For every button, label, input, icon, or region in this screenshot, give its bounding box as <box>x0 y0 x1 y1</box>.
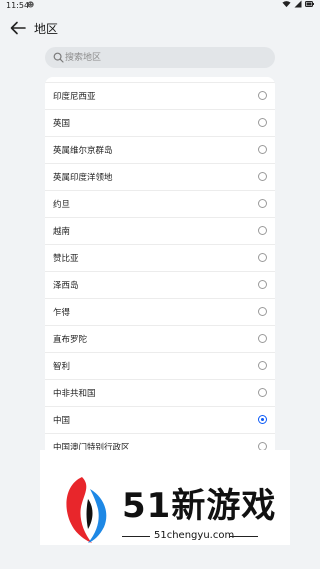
region-row[interactable]: 约旦 <box>45 191 275 218</box>
battery-icon <box>305 1 314 7</box>
status-icons <box>282 0 314 8</box>
signal-icon <box>294 0 302 8</box>
region-row[interactable]: 越南 <box>45 218 275 245</box>
watermark-rule-right <box>230 536 258 537</box>
radio-unselected[interactable] <box>258 118 267 127</box>
radio-unselected[interactable] <box>258 361 267 370</box>
watermark: 51新游戏 51chengyu.com <box>40 450 290 545</box>
radio-unselected[interactable] <box>258 145 267 154</box>
region-row[interactable]: 英属印度洋领地 <box>45 164 275 191</box>
radio-unselected[interactable] <box>258 91 267 100</box>
search-icon <box>53 52 64 63</box>
radio-selected[interactable] <box>258 415 267 424</box>
region-label: 印度尼西亚 <box>53 92 96 102</box>
region-label: 约旦 <box>53 200 71 210</box>
radio-unselected[interactable] <box>258 226 267 235</box>
region-label: 乍得 <box>53 308 71 318</box>
watermark-subtitle: 51chengyu.com <box>154 530 235 541</box>
region-row[interactable]: 中非共和国 <box>45 380 275 407</box>
region-list: 印度尼西亚英国英属维尔京群岛 英属印度洋领地 约旦越南赞比亚泽西岛乍得直布罗陀智利中… <box>45 77 275 477</box>
watermark-rule-left <box>122 536 150 537</box>
region-label: 泽西岛 <box>53 281 79 291</box>
region-label: 越南 <box>53 227 71 237</box>
region-label: 英属印度洋领地 <box>53 173 113 183</box>
watermark-logo <box>66 477 107 543</box>
status-bar: 11:54 ☻ <box>0 0 320 12</box>
radio-unselected[interactable] <box>258 307 267 316</box>
page-title: 地区 <box>34 22 59 36</box>
region-label: 智利 <box>53 362 71 372</box>
app-bar: 地区 <box>0 14 320 42</box>
radio-unselected[interactable] <box>258 172 267 181</box>
radio-unselected[interactable] <box>258 334 267 343</box>
region-label: 赞比亚 <box>53 254 79 264</box>
region-row[interactable]: 英属维尔京群岛 <box>45 137 275 164</box>
radio-unselected[interactable] <box>258 280 267 289</box>
region-row[interactable]: 中国 <box>45 407 275 434</box>
region-label: 英属维尔京群岛 <box>53 146 113 156</box>
region-row[interactable]: 英国 <box>45 110 275 137</box>
back-arrow-icon[interactable] <box>9 20 27 36</box>
notification-icon: ☻ <box>27 1 35 9</box>
watermark-title: 51新游戏 <box>122 486 277 526</box>
wifi-icon <box>282 1 291 8</box>
status-time: 11:54 <box>6 1 30 10</box>
region-label: 英国 <box>53 119 71 129</box>
radio-unselected[interactable] <box>258 199 267 208</box>
region-row[interactable]: 直布罗陀 <box>45 326 275 353</box>
search-input[interactable] <box>65 47 265 68</box>
region-row[interactable]: 智利 <box>45 353 275 380</box>
region-row[interactable]: 泽西岛 <box>45 272 275 299</box>
radio-unselected[interactable] <box>258 388 267 397</box>
search-bar[interactable] <box>45 47 275 68</box>
region-row[interactable]: 印度尼西亚 <box>45 83 275 110</box>
radio-unselected[interactable] <box>258 253 267 262</box>
region-row[interactable]: 赞比亚 <box>45 245 275 272</box>
region-label: 中非共和国 <box>53 389 96 399</box>
region-row[interactable]: 乍得 <box>45 299 275 326</box>
region-label: 直布罗陀 <box>53 335 88 345</box>
region-label: 中国 <box>53 416 71 426</box>
